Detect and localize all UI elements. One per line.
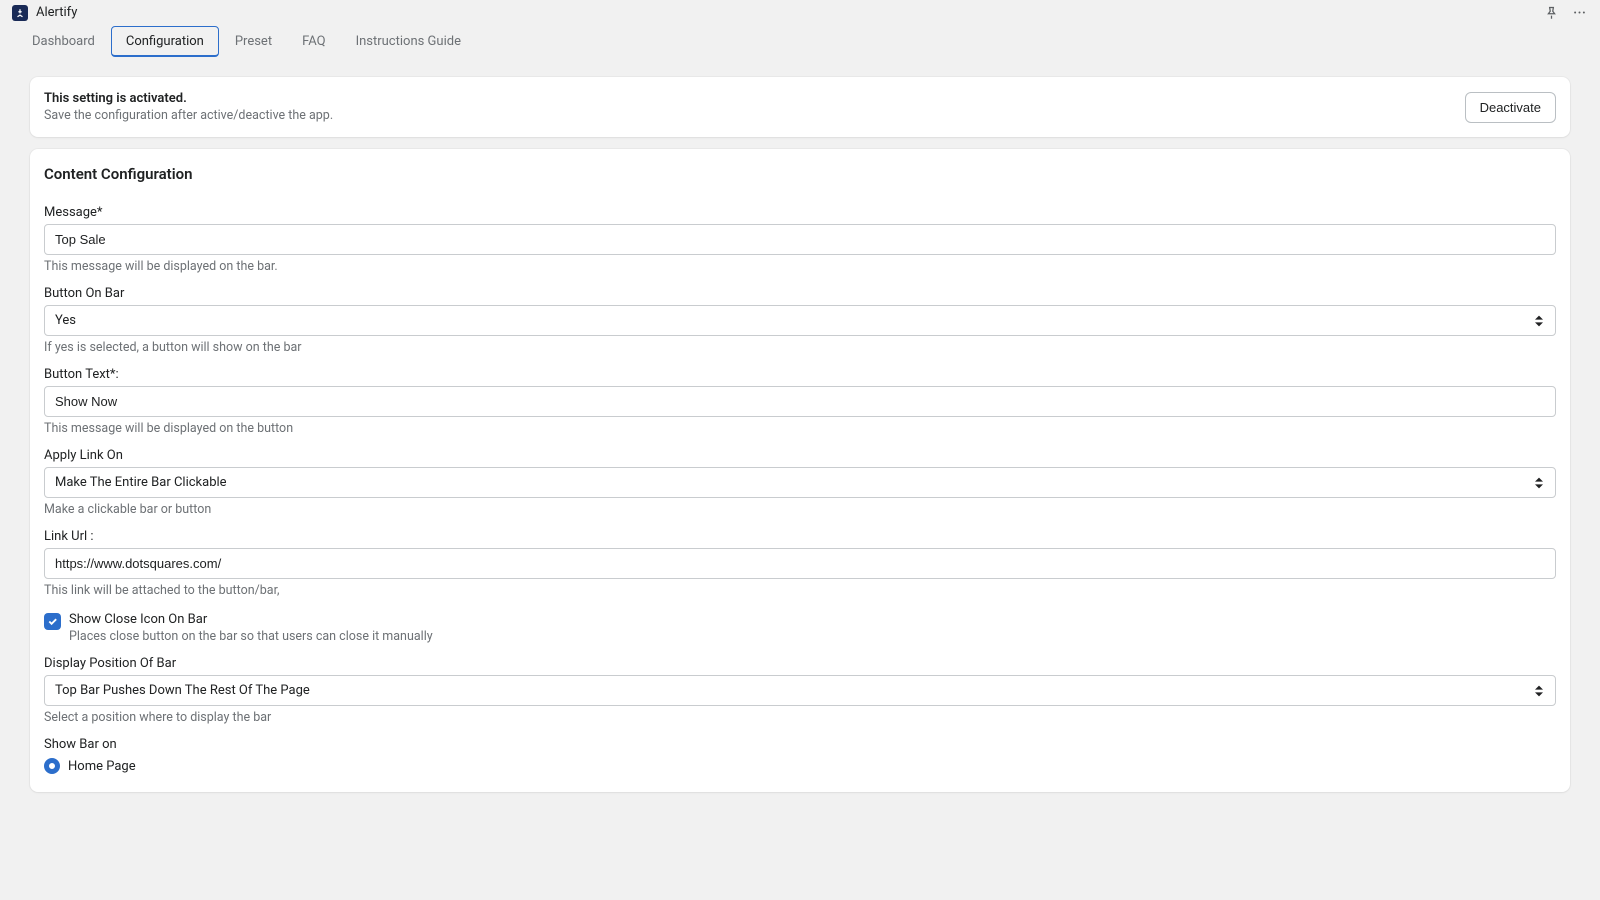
tab-dashboard[interactable]: Dashboard [18,26,109,57]
select-caret-icon [1535,315,1545,326]
main-scroll[interactable]: This setting is activated. Save the conf… [0,57,1600,900]
tab-faq[interactable]: FAQ [288,26,339,57]
deactivate-button[interactable]: Deactivate [1465,92,1556,123]
link-url-input[interactable] [44,548,1556,579]
content-configuration-card: Content Configuration Message* This mess… [30,149,1570,792]
button-text-help: This message will be displayed on the bu… [44,421,1556,436]
activation-status-card: This setting is activated. Save the conf… [30,77,1570,137]
tab-bar: Dashboard Configuration Preset FAQ Instr… [0,26,1600,57]
message-input[interactable] [44,224,1556,255]
field-display-position: Display Position Of Bar Top Bar Pushes D… [44,656,1556,725]
message-label: Message* [44,205,1556,220]
button-on-bar-help: If yes is selected, a button will show o… [44,340,1556,355]
field-link-url: Link Url : This link will be attached to… [44,529,1556,598]
apply-link-on-help: Make a clickable bar or button [44,502,1556,517]
tab-instructions-guide[interactable]: Instructions Guide [342,26,475,57]
show-close-checkbox[interactable] [44,613,61,630]
link-url-help: This link will be attached to the button… [44,583,1556,598]
display-position-select[interactable]: Top Bar Pushes Down The Rest Of The Page [44,675,1556,706]
field-apply-link-on: Apply Link On Make The Entire Bar Clicka… [44,448,1556,517]
app-logo-icon [12,5,28,21]
message-help: This message will be displayed on the ba… [44,259,1556,274]
status-subtitle: Save the configuration after active/deac… [44,108,333,123]
button-on-bar-label: Button On Bar [44,286,1556,301]
tab-preset[interactable]: Preset [221,26,286,57]
app-name: Alertify [36,5,77,20]
tab-configuration[interactable]: Configuration [111,26,219,57]
more-icon[interactable] [1570,4,1588,22]
button-on-bar-select[interactable]: Yes [44,305,1556,336]
apply-link-on-select[interactable]: Make The Entire Bar Clickable [44,467,1556,498]
app-header: Alertify [0,0,1600,26]
show-bar-on-home-radio[interactable] [44,758,60,774]
display-position-value: Top Bar Pushes Down The Rest Of The Page [55,683,310,698]
field-button-text: Button Text*: This message will be displ… [44,367,1556,436]
display-position-label: Display Position Of Bar [44,656,1556,671]
section-title: Content Configuration [30,149,1570,189]
show-bar-on-home-label: Home Page [68,759,136,774]
display-position-help: Select a position where to display the b… [44,710,1556,725]
link-url-label: Link Url : [44,529,1556,544]
apply-link-on-label: Apply Link On [44,448,1556,463]
show-close-sub: Places close button on the bar so that u… [69,629,433,644]
select-caret-icon [1535,477,1545,488]
show-close-title: Show Close Icon On Bar [69,612,433,627]
field-show-bar-on: Show Bar on Home Page [44,737,1556,774]
button-on-bar-value: Yes [55,313,76,328]
field-message: Message* This message will be displayed … [44,205,1556,274]
apply-link-on-value: Make The Entire Bar Clickable [55,475,227,490]
field-button-on-bar: Button On Bar Yes If yes is selected, a … [44,286,1556,355]
field-show-close-icon: Show Close Icon On Bar Places close butt… [44,612,1556,644]
select-caret-icon [1535,685,1545,696]
button-text-input[interactable] [44,386,1556,417]
button-text-label: Button Text*: [44,367,1556,382]
pin-icon[interactable] [1542,4,1560,22]
show-bar-on-label: Show Bar on [44,737,1556,752]
status-title: This setting is activated. [44,91,333,106]
